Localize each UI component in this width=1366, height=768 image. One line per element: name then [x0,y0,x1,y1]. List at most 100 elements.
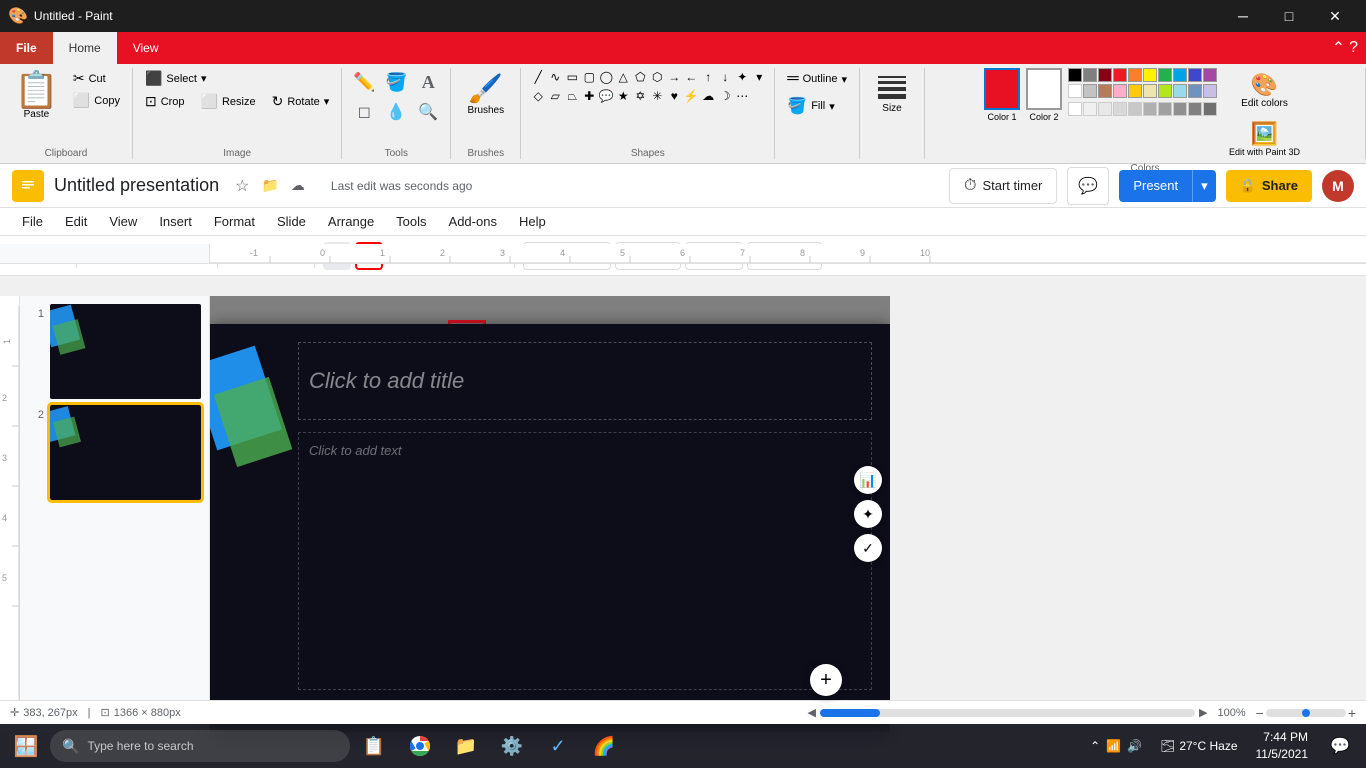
google-check-icon[interactable]: ✓ [854,534,882,562]
taskbar-app3[interactable]: 🌈 [582,724,626,768]
select-button[interactable]: ⬛ Select ▾ [141,68,211,89]
swatch-green[interactable] [1158,68,1172,82]
rotate-button[interactable]: ↻ Rotate ▾ [268,91,334,112]
maximize-button[interactable]: □ [1266,0,1312,32]
slide-thumb-2[interactable]: 2 [28,405,201,500]
taskbar-app2[interactable]: ✓ [536,724,580,768]
brushes-button[interactable]: 🖌️ Brushes [461,68,510,120]
zoom-slider[interactable] [1266,709,1346,717]
swatch-white[interactable] [1068,84,1082,98]
menu-help[interactable]: Help [509,210,556,233]
slide-preview-1[interactable] [50,304,201,399]
taskbar-taskview[interactable]: 📋 [352,724,396,768]
swatch-w3[interactable] [1098,102,1112,116]
swatch-cyan[interactable] [1173,68,1187,82]
swatch-w1[interactable] [1068,102,1082,116]
outline-button[interactable]: ═ Outline ▾ [783,68,851,90]
search-input[interactable] [87,739,338,753]
swatch-w7[interactable] [1158,102,1172,116]
shape-cross[interactable]: ✚ [580,87,598,105]
swatch-lime[interactable] [1158,84,1172,98]
add-button[interactable]: + [810,664,842,696]
shape-cloud[interactable]: ☁ [699,87,717,105]
colorpicker-tool[interactable]: 💧 [382,98,410,126]
magnify-tool[interactable]: 🔍 [414,98,442,126]
shape-lightning[interactable]: ⚡ [682,87,700,105]
resize-button[interactable]: ⬜ Resize [197,91,260,112]
shape-triangle[interactable]: △ [614,68,632,86]
tab-file[interactable]: File [0,32,53,64]
swatch-gold[interactable] [1128,84,1142,98]
swatch-gray[interactable] [1083,68,1097,82]
comment-button[interactable]: 💬 [1067,167,1109,205]
start-button[interactable]: 🪟 [4,724,48,768]
shape-diamond[interactable]: ◇ [529,87,547,105]
shape-star6[interactable]: ✡ [631,87,649,105]
fill-tool[interactable]: 🪣 [382,68,410,96]
crop-button[interactable]: ⊡ Crop [141,91,189,112]
swatch-lavender[interactable] [1203,84,1217,98]
slide-canvas[interactable]: Click to add title Click to add text [210,324,890,704]
swatch-darkred[interactable] [1098,68,1112,82]
color2-swatch[interactable] [1026,68,1062,110]
user-avatar[interactable]: M [1322,170,1354,202]
swatch-w5[interactable] [1128,102,1142,116]
menu-insert[interactable]: Insert [149,210,202,233]
shape-star4[interactable]: ✦ [733,68,751,86]
shape-star5[interactable]: ★ [614,87,632,105]
menu-addons[interactable]: Add-ons [439,210,507,233]
scrollbar-h[interactable]: ◀ ▶ [807,706,1207,719]
shape-curve[interactable]: ∿ [546,68,564,86]
notification-button[interactable]: 💬 [1318,724,1362,768]
swatch-w10[interactable] [1203,102,1217,116]
tab-home[interactable]: Home [53,32,117,64]
cloud-icon[interactable]: ☁ [291,177,305,194]
swatch-w9[interactable] [1188,102,1202,116]
swatch-pink[interactable] [1113,84,1127,98]
speaker-icon[interactable]: 🔊 [1127,739,1142,753]
shape-pentagon[interactable]: ⬠ [631,68,649,86]
taskbar-chrome[interactable] [398,724,442,768]
menu-slide[interactable]: Slide [267,210,316,233]
swatch-orange[interactable] [1128,68,1142,82]
text-tool[interactable]: A [414,68,442,96]
shape-parallelogram[interactable]: ▱ [546,87,564,105]
swatch-red[interactable] [1113,68,1127,82]
menu-tools[interactable]: Tools [386,210,436,233]
google-sheets-icon[interactable]: 📊 [854,466,882,494]
swatch-black[interactable] [1068,68,1082,82]
network-icon[interactable]: 📶 [1106,739,1121,753]
taskbar-time[interactable]: 7:44 PM 11/5/2021 [1248,729,1317,763]
folder-icon[interactable]: 📁 [261,177,278,194]
shape-line[interactable]: ╱ [529,68,547,86]
present-dropdown-button[interactable]: ▾ [1192,170,1216,202]
scroll-left-icon[interactable]: ◀ [807,706,815,719]
swatch-w6[interactable] [1143,102,1157,116]
shape-arrow-d[interactable]: ↓ [716,68,734,86]
zoom-in-button[interactable]: + [1348,705,1356,721]
shape-arrow-u[interactable]: ↑ [699,68,717,86]
shape-more[interactable]: ⋯ [733,87,751,105]
tab-view[interactable]: View [117,32,175,64]
slide-title-box[interactable]: Click to add title [298,342,872,420]
canvas-area[interactable]: Click to add title Click to add text 📊 ✦… [210,296,890,732]
shape-hexagon[interactable]: ⬡ [648,68,666,86]
zoom-slider-thumb[interactable] [1302,709,1310,717]
paste-button[interactable]: 📋 Paste [8,68,65,124]
scroll-right-icon[interactable]: ▶ [1199,706,1207,719]
slides-title[interactable]: Untitled presentation [54,175,219,196]
start-timer-button[interactable]: ⏱ Start timer [949,168,1057,204]
swatch-cream[interactable] [1143,84,1157,98]
star-icon[interactable]: ☆ [235,176,249,196]
swatch-ltcyan[interactable] [1173,84,1187,98]
menu-arrange[interactable]: Arrange [318,210,384,233]
menu-view[interactable]: View [99,210,147,233]
taskbar-weather[interactable]: 🌫 27°C Haze [1152,739,1245,753]
swatch-w8[interactable] [1173,102,1187,116]
cut-button[interactable]: ✂ Cut [69,68,124,89]
present-button[interactable]: Present [1119,170,1192,202]
swatch-blue[interactable] [1188,68,1202,82]
pencil-tool[interactable]: ✏️ [350,68,378,96]
close-button[interactable]: ✕ [1312,0,1358,32]
shape-callout[interactable]: 💬 [597,87,615,105]
